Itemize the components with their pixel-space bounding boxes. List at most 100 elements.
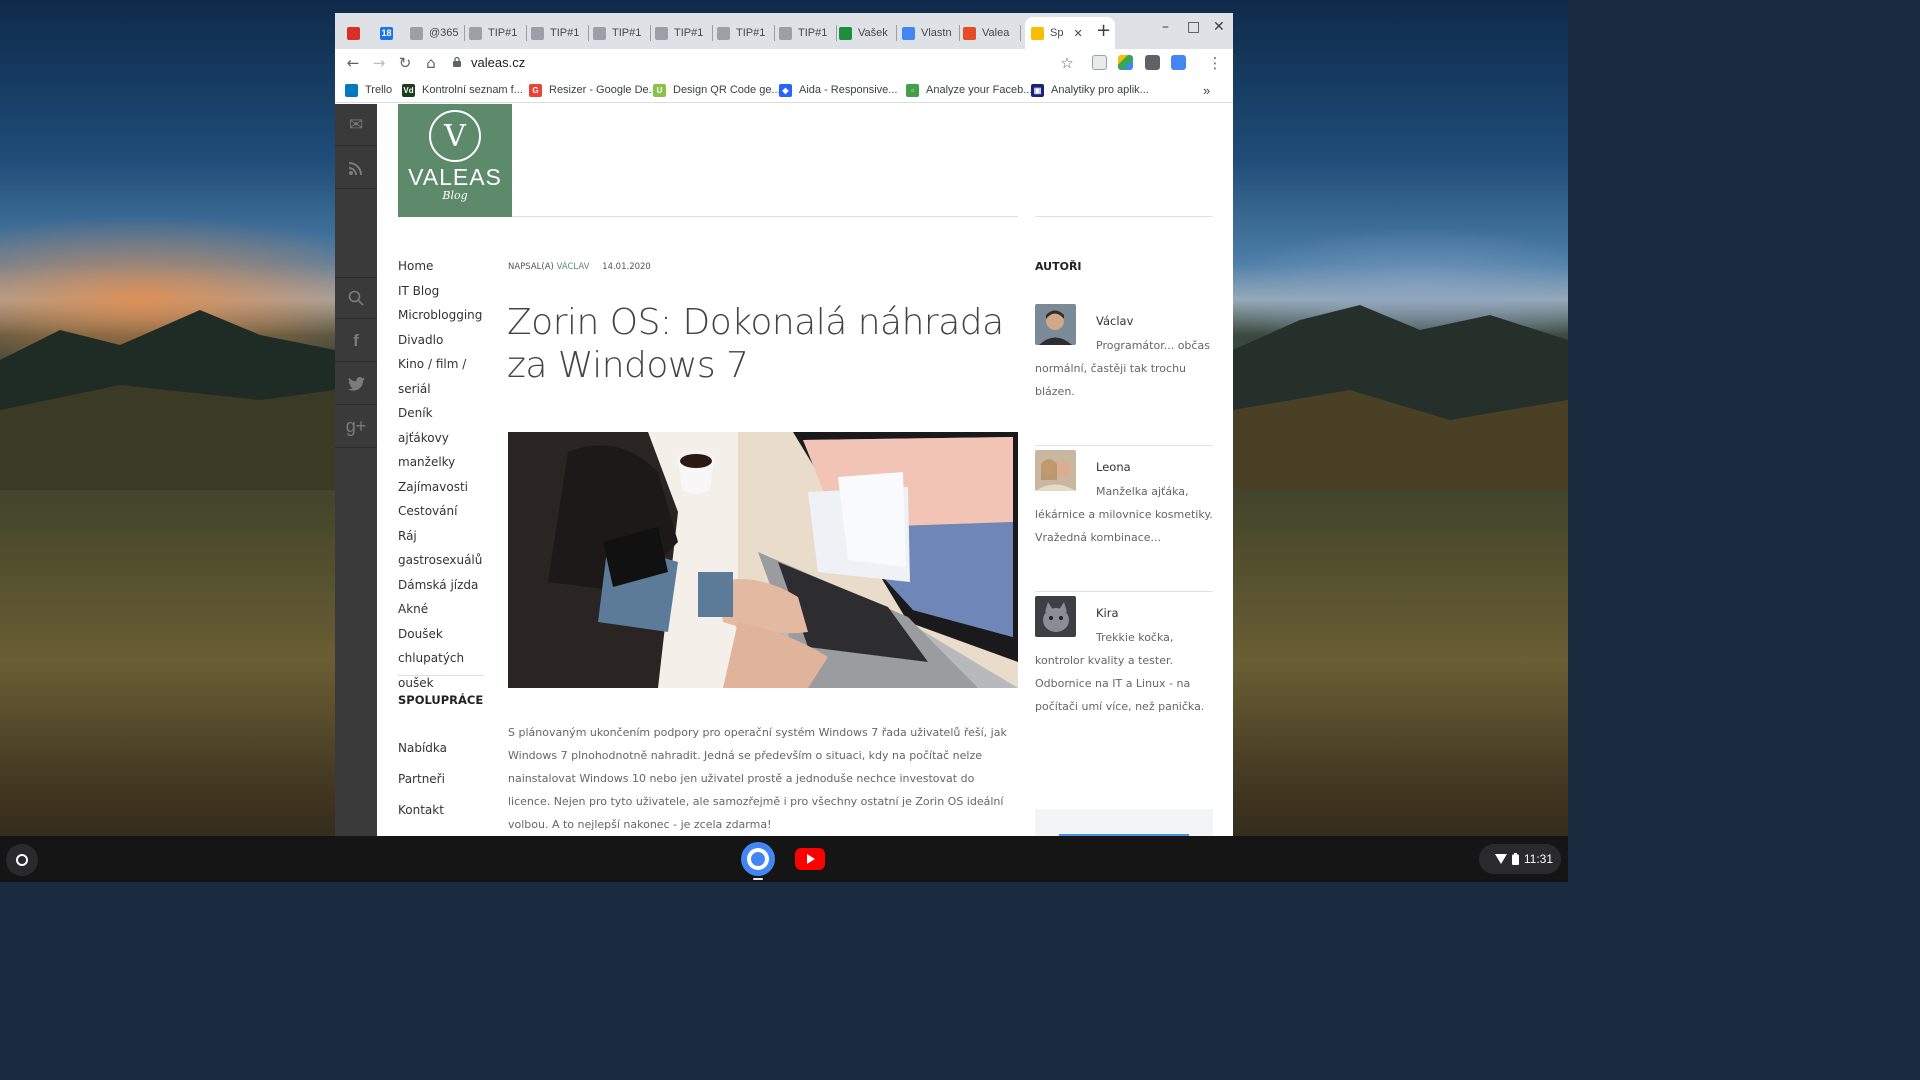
address-bar[interactable]: valeas.cz (451, 50, 1079, 74)
menu-item-2[interactable]: Microblogging (398, 303, 484, 328)
tab-label: TIP#1 (612, 27, 642, 39)
author-desc-vaclav: Programátor... občas normální, častěji t… (1035, 339, 1210, 398)
analyze-icon: ▫ (906, 83, 919, 97)
tab-0[interactable] (347, 21, 369, 45)
tab-6[interactable]: TIP#1 (655, 21, 713, 45)
author-desc-kira: Trekkie kočka, kontrolor kvality a teste… (1035, 631, 1205, 713)
google-plus-icon[interactable]: g+ (335, 406, 377, 448)
logo-emblem: V (429, 110, 481, 162)
tab-3[interactable]: TIP#1 (469, 21, 527, 45)
wifi-icon (1494, 854, 1507, 864)
article-author-link[interactable]: VÁCLAV (557, 262, 590, 272)
rss-icon[interactable] (335, 147, 377, 189)
author-name-leona[interactable]: Leona (1096, 460, 1131, 474)
menu-item-14[interactable]: Doušek (398, 622, 484, 647)
tab-7[interactable]: TIP#1 (717, 21, 775, 45)
tab-9[interactable]: Vašek (839, 21, 897, 45)
tab-8[interactable]: TIP#1 (779, 21, 837, 45)
menu-item-13[interactable]: Akné (398, 597, 484, 622)
menu-item-6[interactable]: Deník ajťákovy (398, 401, 484, 450)
site-logo[interactable]: V VALEAS Blog (398, 104, 512, 217)
close-tab-icon[interactable]: ✕ (1073, 27, 1082, 40)
bookmark-5[interactable]: ▫ Analyze your Faceb... (906, 82, 1032, 98)
tab-label: TIP#1 (736, 27, 766, 39)
menu-item-15[interactable]: chlupatých (398, 646, 484, 671)
menu-item-10[interactable]: Ráj (398, 524, 484, 549)
bookmark-star-button[interactable]: ☆ (1057, 53, 1077, 73)
social-sidebar: ✉ f g+ (335, 104, 377, 836)
tab-1[interactable]: 18 (380, 21, 402, 45)
minimize-window-button[interactable]: – (1162, 19, 1169, 35)
new-tab-button[interactable]: + (1096, 20, 1111, 41)
bookmark-2[interactable]: G Resizer - Google De... (529, 82, 658, 98)
menu-item-5[interactable]: seriál (398, 377, 484, 402)
bookmark-4[interactable]: ◆ Aida - Responsive... (779, 82, 897, 98)
status-tray[interactable]: 11:31 (1479, 844, 1561, 874)
gmail-icon (347, 26, 360, 40)
menu-item-11[interactable]: gastrosexuálů (398, 548, 484, 573)
article-meta: NAPSAL(A) VÁCLAV 14.01.2020 (508, 262, 651, 272)
home-icon: ⌂ (426, 54, 436, 72)
author-divider-2 (1035, 591, 1213, 592)
pin-icon (469, 26, 482, 40)
close-window-button[interactable]: ✕ (1213, 19, 1225, 35)
menu-item-7[interactable]: manželky (398, 450, 484, 475)
tab-4[interactable]: TIP#1 (531, 21, 589, 45)
bookmark-3[interactable]: U Design QR Code ge... (653, 82, 781, 98)
tab-5[interactable]: TIP#1 (593, 21, 651, 45)
menu-item-8[interactable]: Zajímavosti (398, 475, 484, 500)
bookmark-label: Trello (365, 84, 393, 96)
google-drive-extension-icon[interactable] (1118, 55, 1133, 70)
sidebar-title-authors: AUTOŘI (1035, 260, 1082, 273)
url-text: valeas.cz (471, 54, 526, 70)
menu-link-partneri[interactable]: Partneři (398, 772, 445, 786)
menu-item-1[interactable]: IT Blog (398, 279, 484, 304)
article-title[interactable]: Zorin OS: Dokonalá náhrada za Windows 7 (507, 301, 1027, 387)
home-button[interactable]: ⌂ (421, 53, 441, 73)
menu-item-4[interactable]: Kino / film / (398, 352, 484, 377)
main-menu: Home IT Blog Microblogging Divadlo Kino / fi… (398, 254, 484, 695)
pin-icon (531, 26, 544, 40)
menu-item-12[interactable]: Dámská jízda (398, 573, 484, 598)
launcher-button[interactable] (6, 844, 38, 876)
extension-1-icon[interactable] (1092, 55, 1107, 70)
author-name-kira[interactable]: Kira (1096, 606, 1119, 620)
tab-label: TIP#1 (674, 27, 704, 39)
back-button[interactable]: ← (343, 53, 363, 73)
youtube-shelf-app[interactable] (793, 842, 827, 876)
maximize-window-button[interactable]: □ (1187, 19, 1200, 35)
reload-button[interactable]: ↻ (395, 53, 415, 73)
author-card-vaclav: Václav Programátor... občas normální, ča… (1035, 304, 1213, 444)
extension-3-icon[interactable] (1145, 55, 1160, 70)
google-docs-extension-icon[interactable] (1171, 55, 1186, 70)
tab-11[interactable]: Valea (963, 21, 1021, 45)
menu-item-0[interactable]: Home (398, 254, 484, 279)
bookmark-1[interactable]: Vd Kontrolní seznam f... (402, 82, 523, 98)
twitter-icon[interactable] (335, 363, 377, 405)
bookmark-0[interactable]: Trello (345, 82, 392, 98)
tab-label: Vlastn (921, 27, 952, 39)
header-divider (512, 216, 1018, 217)
tab-10[interactable]: Vlastn (902, 21, 960, 45)
menu-link-nabidka[interactable]: Nabídka (398, 741, 447, 755)
tab-2[interactable]: @365 (410, 21, 465, 45)
menu-item-9[interactable]: Cestování (398, 499, 484, 524)
youtube-icon (795, 848, 825, 870)
search-icon[interactable] (335, 277, 377, 319)
bookmarks-overflow-button[interactable]: » (1203, 82, 1210, 98)
bookmark-label: Design QR Code ge... (673, 84, 781, 96)
chrome-shelf-app[interactable] (741, 842, 775, 876)
menu-item-3[interactable]: Divadlo (398, 328, 484, 353)
facebook-icon[interactable]: f (335, 320, 377, 362)
calendar-icon: 18 (380, 26, 393, 40)
menu-link-kontakt[interactable]: Kontakt (398, 803, 444, 817)
pin-icon (779, 26, 792, 40)
analytics-icon: ▣ (1031, 83, 1044, 97)
chrome-menu-button[interactable]: ⋮ (1205, 53, 1225, 73)
author-name-vaclav[interactable]: Václav (1096, 314, 1133, 328)
forward-button[interactable]: → (369, 53, 389, 73)
pin-icon (410, 26, 423, 40)
tab-label: @365 (429, 27, 459, 39)
email-icon[interactable]: ✉ (335, 104, 377, 146)
bookmark-6[interactable]: ▣ Analytiky pro aplik... (1031, 82, 1149, 98)
